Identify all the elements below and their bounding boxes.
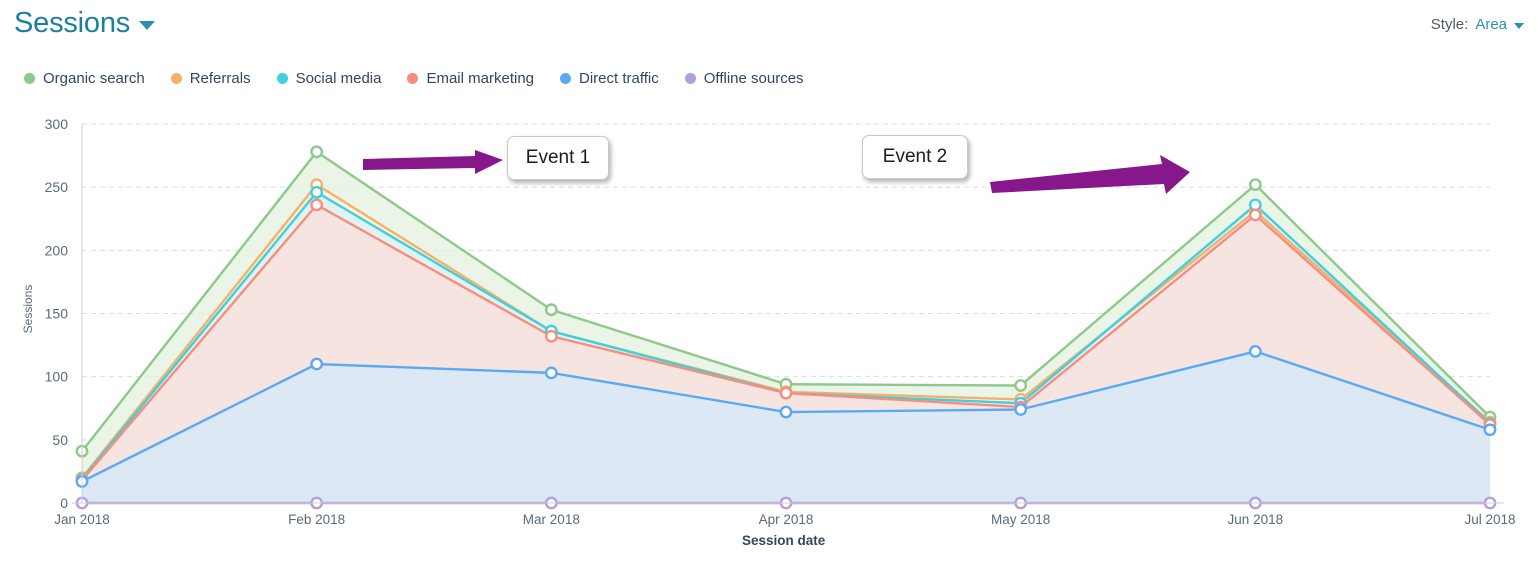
legend-color-dot-icon — [407, 73, 419, 84]
legend-color-dot-icon — [276, 73, 288, 84]
data-point-email-marketing[interactable] — [310, 198, 324, 212]
y-axis-tick-label: 150 — [45, 306, 69, 322]
legend-item-organic-search[interactable]: Organic search — [24, 70, 145, 87]
y-axis-tick-label: 300 — [45, 116, 69, 132]
style-value[interactable]: Area — [1475, 16, 1507, 33]
y-axis-tick-label: 200 — [45, 242, 69, 258]
legend-item-label: Social media — [295, 70, 382, 87]
series-areas — [82, 151, 1490, 503]
x-axis-tick-label: Feb 2018 — [288, 512, 345, 527]
x-axis-tick-label: Mar 2018 — [523, 512, 580, 527]
data-point-direct-traffic[interactable] — [310, 357, 324, 371]
style-selector[interactable]: Style: Area — [1431, 16, 1524, 33]
legend-item-label: Email marketing — [426, 70, 535, 87]
legend-color-dot-icon — [170, 73, 182, 84]
x-axis-tick-label: Jul 2018 — [1464, 512, 1515, 527]
legend-color-dot-icon — [560, 73, 572, 84]
right-arrow-icon — [990, 155, 1190, 194]
x-axis-ticks: Jan 2018 Feb 2018 Mar 2018 Apr 2018 May 2018… — [54, 512, 1515, 527]
data-point-direct-traffic[interactable] — [779, 405, 793, 419]
legend-item-label: Offline sources — [703, 70, 804, 87]
legend-item-referrals[interactable]: Referrals — [170, 70, 251, 87]
style-label: Style: — [1430, 16, 1469, 33]
y-axis-tick-label: 0 — [60, 495, 68, 511]
legend-color-dot-icon — [24, 73, 35, 84]
data-point-organic-search[interactable] — [1014, 379, 1028, 392]
x-axis-tick-label: Apr 2018 — [759, 512, 814, 527]
data-point-direct-traffic[interactable] — [544, 366, 558, 380]
y-axis-title: Sessions — [21, 285, 35, 334]
data-point-social-media[interactable] — [310, 185, 324, 199]
data-point-email-marketing[interactable] — [544, 329, 558, 343]
x-axis-tick-label: May 2018 — [991, 512, 1050, 527]
data-point-direct-traffic[interactable] — [1014, 403, 1028, 416]
y-axis-ticks: 0 50 100 150 200 250 300 — [45, 116, 69, 511]
page-title: Sessions — [14, 7, 131, 39]
legend-item-label: Referrals — [189, 70, 251, 87]
data-point-direct-traffic[interactable] — [1483, 423, 1497, 437]
x-axis-tick-label: Jun 2018 — [1228, 512, 1284, 527]
data-point-organic-search[interactable] — [1248, 178, 1262, 192]
legend-item-label: Organic search — [43, 70, 145, 87]
legend-item-offline-sources[interactable]: Offline sources — [684, 70, 804, 87]
legend-color-dot-icon — [684, 73, 696, 84]
y-axis-tick-label: 100 — [45, 369, 69, 385]
annotation-label: Event 2 — [882, 146, 948, 167]
data-point-organic-search[interactable] — [310, 145, 324, 159]
chevron-down-icon[interactable] — [139, 21, 156, 30]
annotation-callout-event-1[interactable]: Event 1 — [507, 136, 609, 180]
chart-header: Sessions Style: Area — [0, 0, 1538, 52]
data-point-social-media[interactable] — [1248, 198, 1262, 212]
y-axis-tick-label: 250 — [45, 179, 69, 195]
y-axis-tick-label: 50 — [52, 432, 68, 448]
chart-plot-area: 0 50 100 150 200 250 300 Jan 2018 Feb 2018 Mar 2… — [0, 104, 1538, 577]
data-point-direct-traffic[interactable] — [1248, 344, 1262, 358]
x-axis-title: Session date — [742, 533, 826, 548]
legend-item-direct-traffic[interactable]: Direct traffic — [560, 70, 659, 87]
chart-title-dropdown[interactable]: Sessions — [14, 6, 156, 40]
data-point-email-marketing[interactable] — [1248, 208, 1262, 222]
left-arrow-icon — [363, 150, 503, 174]
area-chart-svg: 0 50 100 150 200 250 300 Jan 2018 Feb 2018 Mar 2… — [21, 116, 1516, 548]
annotation-callout-event-2[interactable]: Event 2 — [862, 135, 968, 179]
x-axis-tick-label: Jan 2018 — [54, 512, 110, 527]
legend-item-social-media[interactable]: Social media — [276, 70, 382, 87]
legend-item-label: Direct traffic — [579, 70, 659, 87]
annotation-label: Event 1 — [525, 147, 591, 168]
data-point-email-marketing[interactable] — [779, 386, 793, 400]
data-point-organic-search[interactable] — [544, 303, 558, 317]
chevron-down-icon[interactable] — [1514, 23, 1524, 29]
legend-item-email-marketing[interactable]: Email marketing — [407, 70, 534, 87]
chart-legend: Organic search Referrals Social media Email… — [24, 70, 804, 87]
